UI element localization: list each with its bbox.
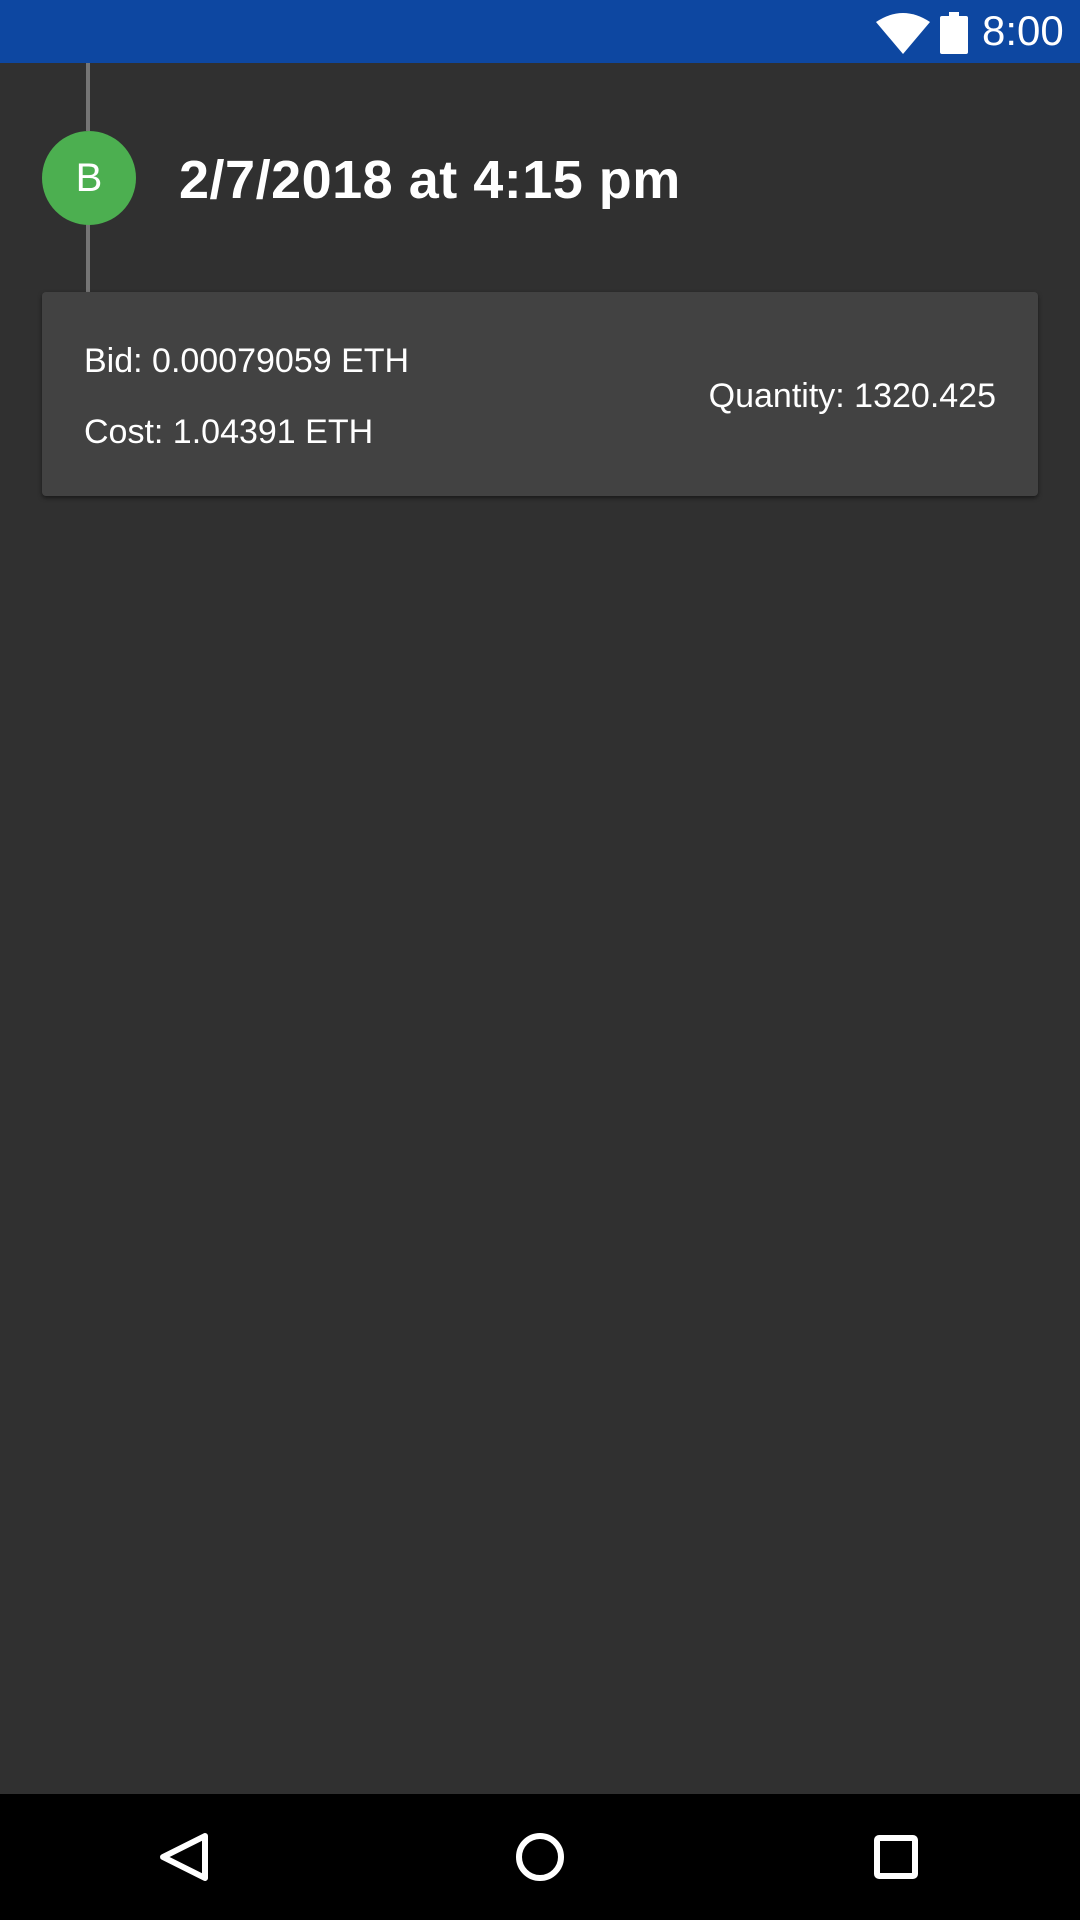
timeline-connector-top [86, 63, 90, 131]
quantity-value: Quantity: 1320.425 [708, 377, 996, 415]
cost-value: Cost: 1.04391 ETH [84, 413, 374, 451]
timeline-connector-bottom [86, 224, 90, 292]
back-icon[interactable] [139, 1814, 229, 1900]
bid-value: Bid: 0.00079059 ETH [84, 342, 410, 380]
home-icon[interactable] [495, 1814, 585, 1900]
recents-icon[interactable] [851, 1814, 941, 1900]
battery-icon [940, 12, 968, 54]
trade-timestamp: 2/7/2018 at 4:15 pm [179, 150, 681, 210]
status-bar: 8:00 [0, 0, 1080, 63]
trade-type-avatar: B [42, 131, 136, 225]
trade-detail-card[interactable]: Bid: 0.00079059 ETH Cost: 1.04391 ETH Qu… [42, 292, 1038, 496]
wifi-icon [876, 13, 930, 54]
system-nav-bar [0, 1794, 1080, 1920]
status-clock: 8:00 [982, 7, 1064, 54]
